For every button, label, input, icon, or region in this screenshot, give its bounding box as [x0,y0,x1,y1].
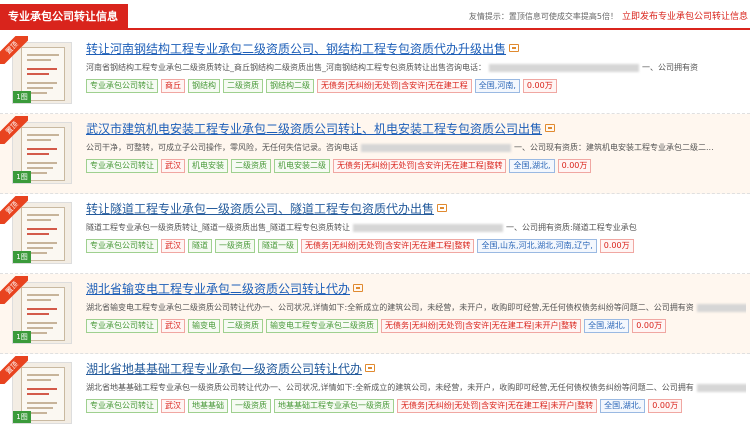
tag-row: 专业承包公司转让 武汉 机电安装 二级资质 机电安装二级 无债务|无纠纷|无处罚|含安许|… [86,159,746,175]
tag[interactable]: 无债务|无纠纷|无处罚|含安许|无在建工程|未开户|整转 [381,319,582,333]
tag[interactable]: 二级资质 [223,319,263,333]
pinned-badge: 置顶 [0,36,28,64]
section-title: 专业承包公司转让信息 [0,4,128,30]
tag[interactable]: 输变电工程专业承包二级资质 [266,319,378,333]
tag[interactable]: 专业承包公司转让 [86,239,158,253]
listing-description: 隧道工程专业承包一级资质转让_隧道一级资质出售_隧道工程专包资质转让 一、公司拥有… [86,221,746,235]
pinned-badge: 置顶 [0,196,28,224]
redacted-contact [696,303,746,312]
tag[interactable]: 0.00万 [632,319,667,333]
listing-description: 公司干净，可整转，可成立子公司操作，零风险，无任何失信记录。咨询电话 一、公司现有… [86,141,746,155]
tag[interactable]: 一级资质 [231,399,271,413]
pinned-badge: 置顶 [0,276,28,304]
photo-count: 1图 [13,171,31,183]
header-tip: 友情提示：置顶信息可使成交率提高5倍！ 立即发布专业承包公司转让信息 [469,9,748,22]
listing-description: 湖北省地基基础工程专业承包一级资质公司转让代办一、公司状况,详情如下:全新成立的… [86,381,746,395]
tag[interactable]: 隧道一级 [258,239,298,253]
tag[interactable]: 一级资质 [215,239,255,253]
tag[interactable]: 全国,湖北, [584,319,630,333]
description-text: 隧道工程专业承包一级资质转让_隧道一级资质出售_隧道工程专包资质转让 [86,223,350,232]
description-text: 湖北省地基基础工程专业承包一级资质公司转让代办一、公司状况,详情如下:全新成立的… [86,383,694,392]
tag[interactable]: 地基基础工程专业承包一级资质 [274,399,394,413]
tag[interactable]: 专业承包公司转让 [86,319,158,333]
redacted-contact [361,143,511,152]
redacted-contact [353,223,503,232]
listing-item: 置顶 1图 转让隧道工程专业承包一级资质公司、隧道工程专包资质代办出售 隧道工程… [0,194,750,274]
tag[interactable]: 机电安装 [188,159,228,173]
tag[interactable]: 全国,河南, [474,79,520,93]
image-icon [509,44,520,52]
image-icon [365,364,376,372]
tag[interactable]: 无债务|无纠纷|无处罚|含安许|无在建工程|整转 [301,239,475,253]
tag-row: 专业承包公司转让 商丘 钢结构 二级资质 钢结构二级 无债务|无纠纷|无处罚|含安许|无在… [86,79,746,95]
tag[interactable]: 无债务|无纠纷|无处罚|含安许|无在建工程 [317,79,472,93]
header-bar: 专业承包公司转让信息 友情提示：置顶信息可使成交率提高5倍！ 立即发布专业承包公司… [0,0,750,30]
tag[interactable]: 武汉 [161,319,185,333]
image-icon [545,124,556,132]
description-tail: 一、公司拥有资质:隧道工程专业承包 [506,223,637,232]
tag[interactable]: 0.00万 [599,239,634,253]
tag[interactable]: 武汉 [161,159,185,173]
listing-title-link[interactable]: 武汉市建筑机电安装工程专业承包二级资质公司转让、机电安装工程专包资质公司出售 [86,120,542,138]
tag[interactable]: 商丘 [161,79,185,93]
description-tail: 一、公司拥有资 [642,63,698,72]
description-text: 湖北省输变电工程专业承包二级资质公司转让代办一、公司状况,详情如下:全新成立的建… [86,303,694,312]
tag[interactable]: 无债务|无纠纷|无处罚|含安许|无在建工程|未开户|整转 [397,399,598,413]
listing-description: 河南省钢结构工程专业承包二级资质转让_商丘钢结构二级资质出售_河南钢结构工程专包… [86,61,746,75]
image-icon [437,204,448,212]
tag[interactable]: 全国,湖北, [509,159,555,173]
tag[interactable]: 无债务|无纠纷|无处罚|含安许|无在建工程|整转 [333,159,507,173]
tag[interactable]: 机电安装二级 [274,159,330,173]
tag-row: 专业承包公司转让 武汉 输变电 二级资质 输变电工程专业承包二级资质 无债务|无纠纷|无处… [86,319,746,335]
redacted-contact [696,383,746,392]
listing-title-link[interactable]: 湖北省输变电工程专业承包二级资质公司转让代办 [86,280,350,298]
tag[interactable]: 专业承包公司转让 [86,399,158,413]
pinned-badge-label: 置顶 [0,276,28,304]
tag[interactable]: 专业承包公司转让 [86,159,158,173]
redacted-contact [489,63,639,72]
listing-item: 置顶 1图 湖北省输变电工程专业承包二级资质公司转让代办 湖北省输变电工程专业承… [0,274,750,354]
description-text: 公司干净，可整转，可成立子公司操作，零风险，无任何失信记录。咨询电话 [86,143,358,152]
tag[interactable]: 隧道 [188,239,212,253]
listing-title-link[interactable]: 转让河南钢结构工程专业承包二级资质公司、钢结构工程专包资质代办升级出售 [86,40,506,58]
tag[interactable]: 0.00万 [557,159,592,173]
publish-link[interactable]: 立即发布专业承包公司转让信息 [622,12,748,22]
tag[interactable]: 武汉 [161,399,185,413]
listing-title-link[interactable]: 湖北省地基基础工程专业承包一级资质公司转让代办 [86,360,362,378]
description-text: 河南省钢结构工程专业承包二级资质转让_商丘钢结构二级资质出售_河南钢结构工程专包… [86,63,486,72]
tag[interactable]: 钢结构 [188,79,220,93]
tag[interactable]: 全国,湖北, [600,399,646,413]
tag[interactable]: 地基基础 [188,399,228,413]
listing-list: 置顶 1图 转让河南钢结构工程专业承包二级资质公司、钢结构工程专包资质代办升级出… [0,34,750,433]
photo-count: 1图 [13,251,31,263]
tag[interactable]: 输变电 [188,319,220,333]
pinned-badge-label: 置顶 [0,196,28,224]
listing-item: 置顶 1图 湖北省地基基础工程专业承包一级资质公司转让代办 湖北省地基基础工程专… [0,354,750,433]
tag[interactable]: 二级资质 [231,159,271,173]
pinned-badge-label: 置顶 [0,356,28,384]
pinned-badge: 置顶 [0,356,28,384]
listing-item: 置顶 1图 转让河南钢结构工程专业承包二级资质公司、钢结构工程专包资质代办升级出… [0,34,750,114]
tag[interactable]: 专业承包公司转让 [86,79,158,93]
tag[interactable]: 钢结构二级 [266,79,314,93]
description-tail: 一、公司现有资质：建筑机电安装工程专业承包二级二... [514,143,714,152]
tag[interactable]: 0.00万 [522,79,557,93]
photo-count: 1图 [13,411,31,423]
tag[interactable]: 武汉 [161,239,185,253]
pinned-badge-label: 置顶 [0,36,28,64]
listing-item: 置顶 1图 武汉市建筑机电安装工程专业承包二级资质公司转让、机电安装工程专包资质… [0,114,750,194]
tag[interactable]: 二级资质 [223,79,263,93]
tag[interactable]: 全国,山东,河北,湖北,河南,辽宁, [477,239,597,253]
image-icon [353,284,364,292]
tag[interactable]: 0.00万 [648,399,683,413]
pinned-badge-label: 置顶 [0,116,28,144]
listing-description: 湖北省输变电工程专业承包二级资质公司转让代办一、公司状况,详情如下:全新成立的建… [86,301,746,315]
listing-title-link[interactable]: 转让隧道工程专业承包一级资质公司、隧道工程专包资质代办出售 [86,200,434,218]
tag-row: 专业承包公司转让 武汉 隧道 一级资质 隧道一级 无债务|无纠纷|无处罚|含安许|无在建工… [86,239,746,255]
tag-row: 专业承包公司转让 武汉 地基基础 一级资质 地基基础工程专业承包一级资质 无债务|无纠纷|… [86,399,746,415]
photo-count: 1图 [13,331,31,343]
pinned-badge: 置顶 [0,116,28,144]
photo-count: 1图 [13,91,31,103]
tip-text: 友情提示：置顶信息可使成交率提高5倍！ [468,12,618,21]
